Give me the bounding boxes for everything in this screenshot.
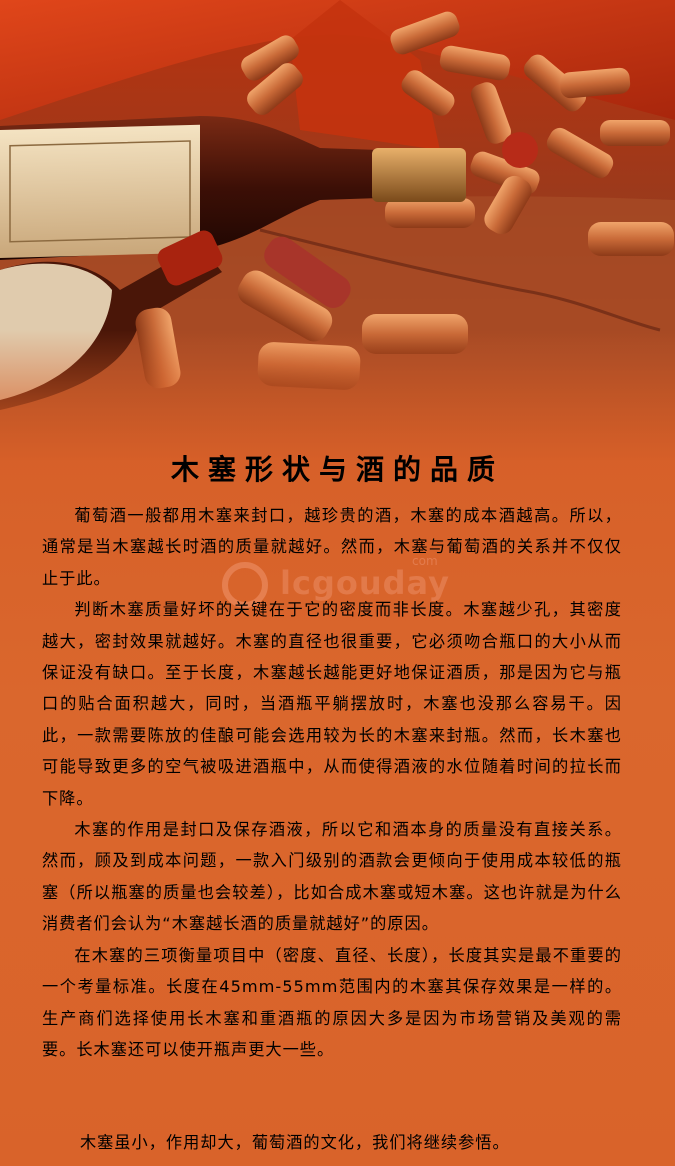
hero-photo-wine-bottles-corks <box>0 0 675 460</box>
paragraph: 木塞的作用是封口及保存酒液，所以它和酒本身的质量没有直接关系。然而，顾及到成本问… <box>42 820 622 934</box>
hero-illustration <box>0 0 675 460</box>
page: lcgouday com 木塞形状与酒的品质 葡萄酒一般都用木塞来封口，越珍贵的… <box>0 0 675 1166</box>
article-title: 木塞形状与酒的品质 <box>170 453 504 486</box>
article-body: 葡萄酒一般都用木塞来封口，越珍贵的酒，木塞的成本酒越高。所以，通常是当木塞越长时… <box>42 500 622 1065</box>
closing-line: 木塞虽小，作用却大，葡萄酒的文化，我们将继续参悟。 <box>80 1133 510 1152</box>
paragraph: 葡萄酒一般都用木塞来封口，越珍贵的酒，木塞的成本酒越高。所以，通常是当木塞越长时… <box>42 506 622 588</box>
paragraph: 在木塞的三项衡量项目中（密度、直径、长度），长度其实是最不重要的一个考量标准。长… <box>42 945 622 1059</box>
paragraph: 判断木塞质量好坏的关键在于它的密度而非长度。木塞越少孔，其密度越大，密封效果就越… <box>42 600 622 808</box>
